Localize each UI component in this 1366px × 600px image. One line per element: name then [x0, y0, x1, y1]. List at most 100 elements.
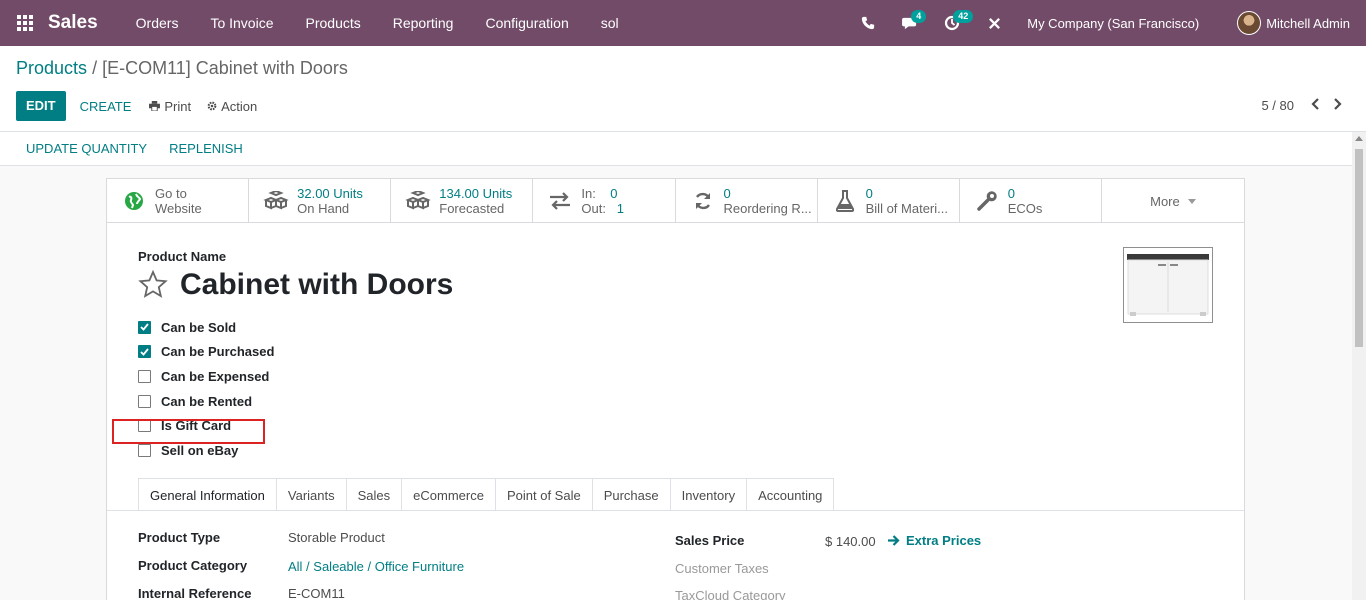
sales-price-value[interactable]: $ 140.00 [825, 534, 876, 549]
tabs-divider [107, 510, 1244, 511]
can-be-sold-label: Can be Sold [161, 319, 237, 335]
product-category-link[interactable]: All / Saleable / Office Furniture [288, 559, 464, 574]
can-be-expensed-label: Can be Expensed [161, 368, 270, 384]
smart-button-ecos[interactable]: 0 ECOs [960, 179, 1102, 223]
taxcloud-category-label: TaxCloud Category [675, 588, 786, 600]
tab-variants[interactable]: Variants [275, 478, 347, 511]
arrow-right-icon [888, 535, 900, 546]
ecos-label: ECOs [1007, 201, 1043, 216]
internal-reference-value[interactable]: E-COM11 [288, 586, 345, 600]
tab-accounting[interactable]: Accounting [746, 478, 835, 511]
scroll-up-icon[interactable] [1355, 136, 1363, 141]
can-be-rented-row: Can be Rented [138, 389, 453, 414]
product-name-label: Product Name [138, 249, 227, 264]
smart-button-in-out[interactable]: In: 0 Out: 1 [533, 179, 676, 223]
messages-icon[interactable]: 4 [889, 0, 931, 46]
menu-sol[interactable]: sol [585, 0, 635, 46]
gift-card-highlight-box [112, 419, 265, 444]
user-name: Mitchell Admin [1266, 15, 1350, 31]
can-be-sold-checkbox[interactable] [138, 320, 151, 334]
menu-configuration[interactable]: Configuration [469, 0, 584, 46]
product-image[interactable] [1123, 247, 1213, 323]
smart-button-more[interactable]: More [1102, 179, 1244, 223]
breadcrumb-products-link[interactable]: Products [16, 58, 87, 78]
extra-prices-label: Extra Prices [906, 533, 982, 548]
product-name-title[interactable]: Cabinet with Doors [180, 268, 453, 302]
pager-value[interactable]: 5 / 80 [1261, 98, 1294, 113]
smart-button-reordering-rules[interactable]: 0 Reordering R... [676, 179, 818, 223]
sales-price-label: Sales Price [675, 533, 745, 548]
pager-next-icon[interactable] [1326, 98, 1348, 113]
print-button[interactable]: Print [141, 99, 199, 114]
on-hand-value: 32.00 Units [297, 186, 363, 201]
cubes-icon [261, 186, 291, 216]
can-be-rented-checkbox[interactable] [138, 394, 151, 408]
phone-icon[interactable] [847, 0, 889, 46]
messages-count-badge: 4 [911, 10, 927, 23]
ecos-count: 0 [1007, 186, 1015, 201]
form-sheet: Go to Website 32.00 Units On Hand 134.00 U… [106, 178, 1245, 600]
can-be-expensed-checkbox[interactable] [138, 369, 151, 383]
user-menu[interactable]: Mitchell Admin [1213, 11, 1366, 35]
avatar [1237, 11, 1262, 35]
smart-button-forecasted[interactable]: 134.00 Units Forecasted [391, 179, 534, 223]
globe-icon [119, 186, 149, 216]
print-label: Print [164, 98, 192, 114]
more-label: More [1150, 193, 1180, 209]
menu-products[interactable]: Products [290, 0, 377, 46]
scrollbar-thumb[interactable] [1355, 149, 1363, 347]
tab-inventory[interactable]: Inventory [669, 478, 748, 511]
forecasted-label: Forecasted [439, 201, 505, 216]
replenish-button[interactable]: REPLENISH [163, 141, 259, 156]
menu-orders[interactable]: Orders [120, 0, 195, 46]
tab-ecommerce[interactable]: eCommerce [401, 478, 496, 511]
pager-previous-icon[interactable] [1304, 98, 1326, 113]
debug-tools-icon[interactable] [973, 0, 1015, 46]
gear-icon [207, 101, 217, 111]
flask-icon [830, 186, 860, 216]
product-type-label: Product Type [138, 530, 221, 545]
sell-on-ebay-label: Sell on eBay [161, 442, 239, 458]
smart-button-on-hand[interactable]: 32.00 Units On Hand [249, 179, 392, 223]
app-name[interactable]: Sales [48, 12, 98, 34]
activities-count-badge: 42 [953, 10, 974, 23]
out-label: Out: [581, 201, 606, 216]
can-be-purchased-checkbox[interactable] [138, 345, 151, 359]
form-notebook-tabs: General Information Variants Sales eComm… [138, 478, 835, 511]
in-value: 0 [610, 186, 618, 201]
page-scrollbar[interactable] [1352, 132, 1366, 600]
on-hand-label: On Hand [297, 201, 350, 216]
form-statusbar: UPDATE QUANTITY REPLENISH [0, 132, 1352, 166]
exchange-icon [545, 186, 575, 216]
reordering-count: 0 [723, 186, 731, 201]
action-button[interactable]: Action [199, 99, 265, 114]
tab-point-of-sale[interactable]: Point of Sale [494, 478, 593, 511]
create-button[interactable]: CREATE [70, 99, 142, 114]
tab-purchase[interactable]: Purchase [591, 478, 671, 511]
product-type-value[interactable]: Storable Product [288, 530, 385, 545]
activities-icon[interactable]: 42 [931, 0, 974, 46]
action-label: Action [221, 98, 258, 114]
smart-button-bill-of-materials[interactable]: 0 Bill of Materi... [818, 179, 960, 223]
apps-menu-icon[interactable] [0, 0, 50, 46]
bom-count: 0 [865, 186, 873, 201]
reordering-label: Reordering R... [723, 201, 812, 216]
caret-down-icon [1187, 198, 1196, 204]
control-panel: Products / [E-COM11] Cabinet with Doors … [0, 46, 1366, 132]
menu-to-invoice[interactable]: To Invoice [194, 0, 289, 46]
smart-button-website[interactable]: Go to Website [107, 179, 250, 223]
menu-reporting[interactable]: Reporting [377, 0, 470, 46]
website-line2: Website [155, 201, 202, 216]
print-icon [149, 101, 161, 111]
update-quantity-button[interactable]: UPDATE QUANTITY [10, 141, 163, 156]
sell-on-ebay-checkbox[interactable] [138, 443, 151, 457]
extra-prices-button[interactable]: Extra Prices [888, 533, 981, 548]
edit-button[interactable]: EDIT [16, 91, 66, 121]
internal-reference-label: Internal Reference [138, 586, 252, 600]
website-line1: Go to [155, 186, 187, 201]
favorite-star-icon[interactable] [138, 269, 168, 301]
company-switcher[interactable]: My Company (San Francisco) [1015, 16, 1213, 31]
tab-general-information[interactable]: General Information [138, 478, 277, 511]
can-be-purchased-label: Can be Purchased [161, 344, 275, 360]
tab-sales[interactable]: Sales [345, 478, 403, 511]
